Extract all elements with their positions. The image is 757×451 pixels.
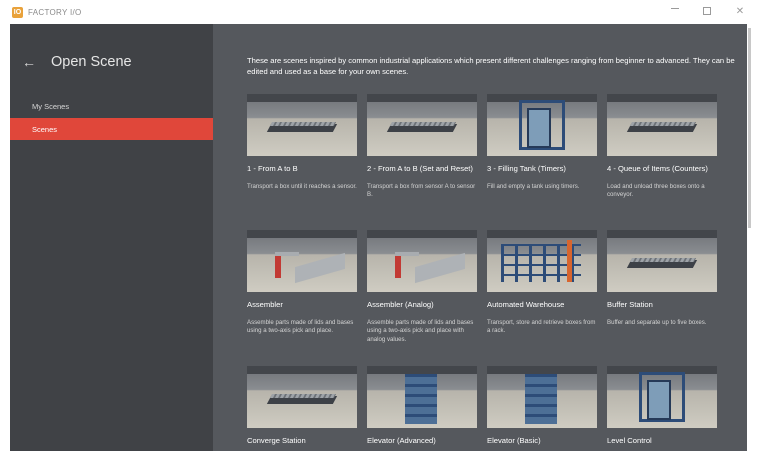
- thumb-roof: [247, 366, 357, 374]
- scene-description: Assemble parts made of lids and bases us…: [367, 319, 474, 343]
- scene-description: Transport a box from sensor A to sensor …: [367, 183, 476, 199]
- scene-thumbnail[interactable]: [607, 230, 717, 292]
- scene-title: Buffer Station: [607, 300, 653, 309]
- scene-title: Elevator (Basic): [487, 436, 541, 445]
- scene-thumbnail[interactable]: [367, 94, 477, 156]
- scene-card-converge-station[interactable]: Converge Station: [247, 366, 357, 446]
- thumb-roof: [247, 94, 357, 102]
- scene-description: Transport a box until it reaches a senso…: [247, 183, 357, 190]
- thumb-roof: [367, 366, 477, 374]
- scene-title: 1 - From A to B: [247, 164, 298, 173]
- scene-description: Buffer and separate up to five boxes.: [607, 319, 707, 326]
- thumb-tank: [647, 380, 671, 420]
- scene-thumbnail[interactable]: [247, 230, 357, 292]
- scene-card-elevator-advanced[interactable]: Elevator (Advanced): [367, 366, 477, 446]
- thumb-elevator-tower: [525, 374, 557, 424]
- intro-text: These are scenes inspired by common indu…: [247, 56, 735, 76]
- scene-card-filling-tank[interactable]: 3 - Filling Tank (Timers) Fill and empty…: [487, 94, 597, 191]
- scene-thumbnail[interactable]: [367, 366, 477, 428]
- scene-card-elevator-basic[interactable]: Elevator (Basic): [487, 366, 597, 446]
- title-bar: IO FACTORY I/O ✕: [0, 0, 757, 24]
- thumb-roof: [607, 230, 717, 238]
- vertical-scrollbar[interactable]: [747, 24, 757, 451]
- thumb-robot-arm: [275, 254, 281, 278]
- scene-title: Level Control: [607, 436, 652, 445]
- factory-io-logo-icon: IO: [12, 6, 23, 18]
- scene-title: Assembler (Analog): [367, 300, 434, 309]
- scene-title: Converge Station: [247, 436, 306, 445]
- scrollbar-thumb[interactable]: [748, 28, 751, 228]
- thumb-roof: [247, 230, 357, 238]
- scene-gallery: These are scenes inspired by common indu…: [213, 24, 747, 451]
- thumb-robot-axis: [275, 252, 299, 256]
- scene-card-from-a-to-b-set-reset[interactable]: 2 - From A to B (Set and Reset) Transpor…: [367, 94, 477, 200]
- minimize-button[interactable]: [671, 7, 681, 17]
- maximize-button[interactable]: [703, 7, 713, 17]
- scene-card-buffer-station[interactable]: Buffer Station Buffer and separate up to…: [607, 230, 717, 327]
- scene-description: Assemble parts made of lids and bases us…: [247, 319, 354, 335]
- scene-description: Fill and empty a tank using timers.: [487, 183, 580, 190]
- arrow-left-icon[interactable]: ←: [22, 55, 38, 69]
- scene-description: Load and unload three boxes onto a conve…: [607, 183, 705, 199]
- scene-card-level-control[interactable]: Level Control: [607, 366, 717, 446]
- thumb-ramp: [415, 252, 465, 284]
- scene-thumbnail[interactable]: [247, 94, 357, 156]
- window-controls: ✕: [671, 0, 745, 24]
- thumb-conveyor-rollers: [269, 394, 337, 398]
- scene-thumbnail[interactable]: [247, 366, 357, 428]
- scene-card-queue-of-items[interactable]: 4 - Queue of Items (Counters) Load and u…: [607, 94, 717, 200]
- thumb-tank: [527, 108, 551, 148]
- thumb-roof: [607, 94, 717, 102]
- sidebar-item-scenes[interactable]: Scenes: [10, 118, 213, 140]
- thumb-conveyor-rollers: [389, 122, 457, 126]
- scene-description: Transport, store and retrieve boxes from…: [487, 319, 596, 335]
- close-button[interactable]: ✕: [735, 7, 745, 17]
- scene-thumbnail[interactable]: [607, 94, 717, 156]
- scene-title: Elevator (Advanced): [367, 436, 436, 445]
- sidebar: ← Open Scene My Scenes Scenes: [10, 24, 213, 451]
- thumb-ramp: [295, 252, 345, 284]
- scene-title: Automated Warehouse: [487, 300, 565, 309]
- scene-title: 4 - Queue of Items (Counters): [607, 164, 708, 173]
- thumb-roof: [487, 366, 597, 374]
- scene-thumbnail[interactable]: [487, 230, 597, 292]
- scene-title: 3 - Filling Tank (Timers): [487, 164, 566, 173]
- thumb-elevator-tower: [405, 374, 437, 424]
- thumb-roof: [487, 230, 597, 238]
- scene-card-automated-warehouse[interactable]: Automated Warehouse Transport, store and…: [487, 230, 597, 336]
- sidebar-item-my-scenes[interactable]: My Scenes: [10, 95, 213, 117]
- thumb-conveyor-rollers: [269, 122, 337, 126]
- scene-card-from-a-to-b[interactable]: 1 - From A to B Transport a box until it…: [247, 94, 357, 191]
- scene-card-assembler-analog[interactable]: Assembler (Analog) Assemble parts made o…: [367, 230, 477, 344]
- thumb-roof: [367, 94, 477, 102]
- thumb-conveyor-rollers: [629, 122, 697, 126]
- thumb-robot-axis: [395, 252, 419, 256]
- scene-card-assembler[interactable]: Assembler Assemble parts made of lids an…: [247, 230, 357, 336]
- thumb-roof: [367, 230, 477, 238]
- back-row: ← Open Scene: [22, 54, 132, 70]
- window-title: FACTORY I/O: [28, 7, 82, 17]
- scene-thumbnail[interactable]: [607, 366, 717, 428]
- minimize-icon: [671, 8, 679, 9]
- thumb-conveyor-rollers: [629, 258, 697, 262]
- scene-title: 2 - From A to B (Set and Reset): [367, 164, 473, 173]
- thumb-robot-arm: [395, 254, 401, 278]
- scene-thumbnail[interactable]: [487, 366, 597, 428]
- scene-thumbnail[interactable]: [487, 94, 597, 156]
- thumb-stacker-crane: [567, 240, 572, 282]
- maximize-icon: [703, 7, 711, 15]
- scene-thumbnail[interactable]: [367, 230, 477, 292]
- scene-title: Assembler: [247, 300, 283, 309]
- page-title: Open Scene: [51, 54, 132, 70]
